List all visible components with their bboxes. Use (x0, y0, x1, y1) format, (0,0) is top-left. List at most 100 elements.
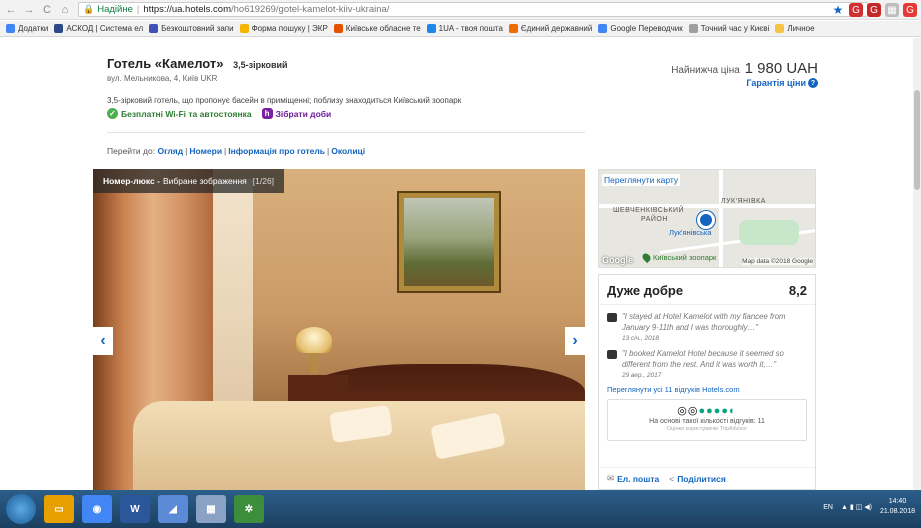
extensions: ★ G G ▦ G (831, 3, 917, 17)
bookmark-item[interactable]: Додатки (6, 24, 48, 33)
language-indicator[interactable]: EN (823, 504, 833, 511)
all-reviews-link[interactable]: Переглянути усі 11 відгуків Hotels.com (599, 379, 815, 394)
tray-icons[interactable]: ▲ ▮ ◫ ◀) (841, 503, 872, 511)
photo-counter: [1/26] (252, 176, 275, 186)
bookmark-icon (775, 24, 785, 33)
scroll-thumb[interactable] (914, 90, 920, 190)
map-credit: Map data ©2018 Google (742, 258, 813, 265)
hotel-address: вул. Мельникова, 4, Київ UKR (107, 74, 218, 83)
jump-nearby[interactable]: Околиці (331, 146, 365, 156)
url-path: /ho619269/gotel-kamelot-kiiv-ukraina/ (231, 4, 390, 15)
windows-taskbar: ▭ ◉ W ◢ ▦ ✲ EN ▲ ▮ ◫ ◀) 14:40 21.08.2018 (0, 490, 921, 528)
hotel-title: Готель «Камелот» 3,5-зірковий (107, 56, 288, 71)
reload-icon[interactable]: C (40, 3, 54, 17)
bookmark-item[interactable]: Google Переводчик (598, 24, 683, 33)
address-bar[interactable]: 🔒 Надійне | https://ua.hotels.com /ho619… (78, 2, 868, 17)
extension-icon[interactable]: G (849, 3, 863, 17)
divider (107, 132, 585, 133)
forward-icon[interactable]: → (22, 3, 36, 17)
price-value: 1 980 UAH (744, 60, 818, 77)
photo-gallery[interactable]: Номер-люкс - Вибране зображення [1/26] ‹… (93, 169, 585, 490)
prev-photo-button[interactable]: ‹ (93, 327, 113, 355)
share-link[interactable]: Поділитися (677, 474, 726, 484)
tripadvisor-count: На основі такої кількості відгуків: 11 (649, 418, 765, 425)
bookmark-label: Форма пошуку | ЭКР (251, 24, 328, 33)
app-icon[interactable]: ◢ (158, 495, 188, 523)
review-date: 13 січ., 2018 (622, 335, 659, 342)
bookmark-label: 1UA - твоя пошта (438, 24, 503, 33)
jump-nav: Перейти до: Огляд | Номери | Інформація про … (107, 146, 366, 156)
bookmark-icon (688, 24, 698, 33)
extension-icon[interactable]: G (867, 3, 881, 17)
bookmark-icon (508, 24, 518, 33)
bookmark-icon (598, 24, 608, 33)
calculator-icon[interactable]: ▦ (196, 495, 226, 523)
quote-icon (607, 350, 617, 359)
bookmark-icon (54, 24, 64, 33)
next-photo-button[interactable]: › (565, 327, 585, 355)
bookmark-item[interactable]: Єдиний державний (508, 24, 593, 33)
clock-time: 14:40 (888, 498, 907, 505)
location-map[interactable]: Переглянути карту ЛУК'ЯНІВКА ШЕВЧЕНКІВСЬ… (598, 169, 816, 268)
app-icon[interactable]: ✲ (234, 495, 264, 523)
jump-rooms[interactable]: Номери (189, 146, 222, 156)
quote-icon (607, 313, 617, 322)
bookmark-item[interactable]: Личное (775, 24, 815, 33)
rating-score: 8,2 (788, 283, 807, 298)
price-label: Найнижча ціна (671, 65, 740, 76)
bookmark-label: Єдиний державний (520, 24, 593, 33)
photo-room-type: Номер-люкс - (103, 176, 160, 186)
map-label: ШЕВЧЕНКІВСЬКИЙ (613, 207, 685, 214)
start-button[interactable] (6, 494, 36, 524)
bookmark-icon (333, 24, 343, 33)
jump-info[interactable]: Інформація про готель (228, 146, 325, 156)
separator: | (136, 4, 140, 15)
lowest-price: Найнижча ціна 1 980 UAH (671, 60, 818, 77)
bookmark-item[interactable]: Точний час у Києві (688, 24, 770, 33)
home-icon[interactable]: ⌂ (58, 3, 72, 17)
guarantee-label[interactable]: Гарантія ціни (746, 78, 806, 88)
map-park (739, 220, 799, 245)
hotel-pin-icon[interactable] (697, 211, 715, 229)
word-icon[interactable]: W (120, 495, 150, 523)
bookmark-icon (426, 24, 436, 33)
bookmark-item[interactable]: Безкоштовний запи (149, 24, 234, 33)
email-link[interactable]: Ел. пошта (617, 474, 659, 484)
review-item: "I booked Kamelot Hotel because it seeme… (599, 342, 815, 379)
hotel-page: Готель «Камелот» 3,5-зірковий вул. Мельн… (0, 38, 913, 490)
review-text: "I booked Kamelot Hotel because it seeme… (622, 349, 784, 369)
map-metro-label: Лук'янівська (669, 228, 712, 237)
lock-icon: 🔒 (83, 4, 95, 14)
chrome-icon[interactable]: ◉ (82, 495, 112, 523)
url-host: https://ua.hotels.com (143, 4, 231, 15)
bookmark-item[interactable]: АСКОД | Система ел (54, 24, 143, 33)
price-guarantee[interactable]: Гарантія ціни ? (746, 78, 818, 88)
extension-icon[interactable]: ▦ (885, 3, 899, 17)
bookmark-icon (149, 24, 159, 33)
explorer-icon[interactable]: ▭ (44, 495, 74, 523)
tripadvisor-caption: Оцінки користувачів TripAdvisor (666, 426, 748, 432)
jump-overview[interactable]: Огляд (157, 146, 183, 156)
view-map-link[interactable]: Переглянути карту (602, 174, 681, 186)
help-icon[interactable]: ? (808, 78, 818, 88)
bookmark-item[interactable]: Київське обласне те (333, 24, 421, 33)
star-icon[interactable]: ★ (831, 3, 845, 17)
map-road (719, 170, 723, 267)
clock-date: 21.08.2018 (879, 508, 915, 515)
bookmark-item[interactable]: Форма пошуку | ЭКР (239, 24, 328, 33)
rating-label: Дуже добре (607, 283, 684, 298)
room-photo-lamp (296, 327, 332, 353)
clock[interactable]: 14:40 21.08.2018 (880, 497, 915, 517)
bookmark-label: Точний час у Києві (700, 24, 770, 33)
reviews-header: Дуже добре 8,2 (599, 275, 815, 305)
tripadvisor-box: ◎◎●●●●◐ На основі такої кількості відгук… (607, 399, 807, 441)
rewards-icon: h (261, 108, 273, 119)
bookmark-label: Google Переводчик (610, 24, 683, 33)
browser-toolbar: ← → C ⌂ 🔒 Надійне | https://ua.hotels.co… (0, 0, 921, 20)
back-icon[interactable]: ← (4, 3, 18, 17)
amenity-wifi: Безплатні Wi-Fi та автостоянка (121, 108, 252, 119)
bookmark-item[interactable]: 1UA - твоя пошта (426, 24, 503, 33)
extension-icon[interactable]: G (903, 3, 917, 17)
jump-label: Перейти до: (107, 146, 156, 156)
scrollbar[interactable] (913, 38, 921, 490)
